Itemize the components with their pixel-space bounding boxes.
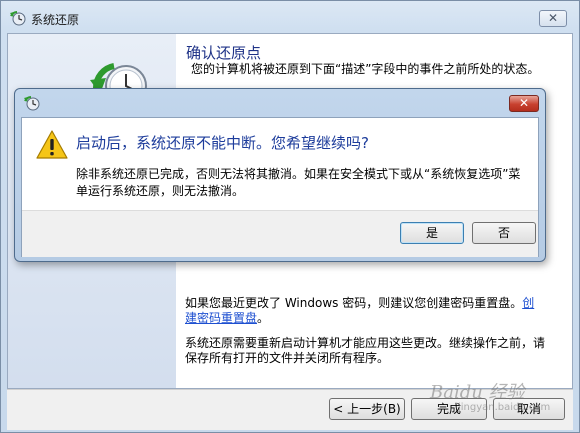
window-close-button[interactable]: ✕ [539,10,567,27]
no-button[interactable]: 否 [472,222,536,244]
password-note-text: 如果您最近更改了 Windows 密码，则建议您创建密码重置盘。 [185,296,523,310]
window-title: 系统还原 [31,13,80,27]
warning-icon [36,130,68,163]
restart-note: 系统还原需要重新启动计算机才能应用这些更改。继续操作之前，请保存所有打开的文件并… [185,336,546,365]
system-restore-icon [24,95,40,114]
watermark: Baidu 经验 [430,382,525,403]
content-title: 确认还原点 [186,44,262,62]
dialog-main-instruction: 启动后，系统还原不能中断。您希望继续吗? [76,134,369,152]
yes-button[interactable]: 是 [400,222,464,244]
watermark-sub: jingyan.baidu.com [458,402,551,413]
window-titlebar: 系统还原 ✕ [1,1,579,33]
dialog-close-button[interactable]: ✕ [509,95,539,112]
password-note: 如果您最近更改了 Windows 密码，则建议您创建密码重置盘。创建密码重置盘。 [185,296,545,326]
password-note-end: 。 [257,311,270,325]
system-restore-icon [10,10,26,29]
dialog-body: 启动后，系统还原不能中断。您希望继续吗? 除非系统还原已完成，否则无法将其撤消。… [21,117,539,257]
content-description: 您的计算机将被还原到下面“描述”字段中的事件之前所处的状态。 [191,62,540,76]
dialog-content: 除非系统还原已完成，否则无法将其撤消。如果在安全模式下或从“系统恢复选项”菜单运… [76,167,521,198]
dialog-footer: 是 否 [22,210,538,257]
confirm-dialog: ✕ 启动后，系统还原不能中断。您希望继续吗? 除非系统还原已完成，否则无法将其撤… [14,88,546,262]
back-button[interactable]: < 上一步(B) [329,398,405,420]
